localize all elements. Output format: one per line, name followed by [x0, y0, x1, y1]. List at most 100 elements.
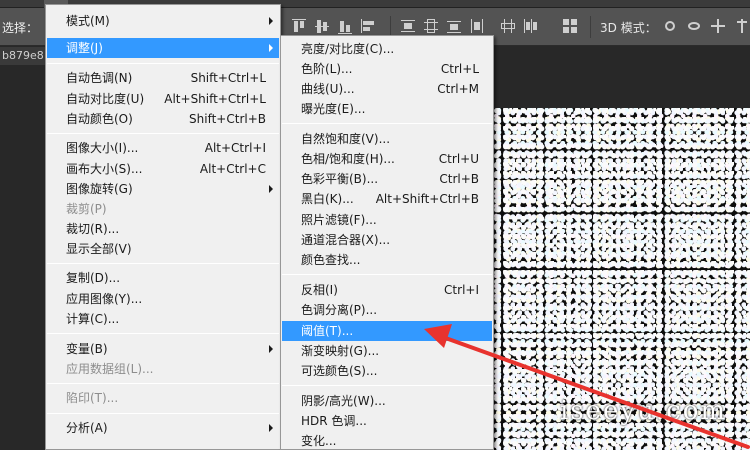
submenu-item-selective-color[interactable]: 可选颜色(S)... — [282, 361, 492, 381]
menu-item-label: 变化... — [301, 434, 337, 448]
menu-item-label: 阴影/高光(W)... — [301, 394, 386, 408]
menu-item-label: 可选颜色(S)... — [301, 364, 378, 378]
align-bottom-icon[interactable] — [337, 18, 353, 35]
menu-item-duplicate[interactable]: 复制(D)... — [47, 268, 279, 288]
menu-item-analysis[interactable]: 分析(A) — [47, 418, 279, 438]
watermark-text: iseeyu.com — [560, 396, 727, 426]
menu-separator — [47, 263, 279, 264]
menu-item-shortcut: Ctrl+I — [444, 283, 479, 297]
adjustments-submenu: 亮度/对比度(C)... 色阶(L)... Ctrl+L 曲线(U)... Ctrl… — [280, 35, 494, 450]
document-tab[interactable]: b879e8 — [0, 47, 48, 65]
menu-item-apply-image[interactable]: 应用图像(Y)... — [47, 289, 279, 309]
menu-item-image-size[interactable]: 图像大小(I)... Alt+Ctrl+I — [47, 138, 279, 158]
submenu-item-brightness-contrast[interactable]: 亮度/对比度(C)... — [282, 39, 492, 59]
menu-item-shortcut: Alt+Shift+Ctrl+L — [164, 92, 266, 106]
3d-slide-icon[interactable] — [734, 18, 750, 35]
submenu-arrow-icon — [269, 44, 273, 52]
submenu-item-hue-saturation[interactable]: 色相/饱和度(H)... Ctrl+U — [282, 149, 492, 169]
menu-item-label: 色阶(L)... — [301, 62, 353, 76]
menu-item-calculations[interactable]: 计算(C)... — [47, 309, 279, 329]
menu-item-label: 亮度/对比度(C)... — [301, 42, 395, 56]
menu-item-apply-data-set: 应用数据组(L)... — [47, 359, 279, 379]
menu-item-auto-contrast[interactable]: 自动对比度(U) Alt+Shift+Ctrl+L — [47, 89, 279, 109]
3d-roll-icon[interactable] — [686, 18, 702, 35]
menu-item-label: 曲线(U)... — [301, 82, 355, 96]
menu-item-image-rotation[interactable]: 图像旋转(G) — [47, 179, 279, 199]
submenu-item-variations[interactable]: 变化... — [282, 431, 492, 450]
3d-mode-label: 3D 模式： — [600, 21, 657, 35]
submenu-item-color-lookup[interactable]: 颜色查找... — [282, 250, 492, 270]
submenu-item-posterize[interactable]: 色调分离(P)... — [282, 300, 492, 320]
3d-pan-icon[interactable] — [710, 18, 726, 35]
menu-item-crop: 裁剪(P) — [47, 199, 279, 219]
menu-item-trim[interactable]: 裁切(R)... — [47, 219, 279, 239]
menu-separator — [282, 123, 492, 124]
menu-item-variables[interactable]: 变量(B) — [47, 339, 279, 359]
menu-item-shortcut: Shift+Ctrl+L — [190, 71, 266, 85]
menu-separator — [47, 413, 279, 414]
document-tab-name: b879e8 — [2, 49, 44, 62]
distribute-hcenter-icon[interactable] — [500, 18, 516, 35]
submenu-item-channel-mixer[interactable]: 通道混合器(X)... — [282, 230, 492, 250]
menu-item-label: 反相(I) — [301, 283, 338, 297]
submenu-item-shadows-highlights[interactable]: 阴影/高光(W)... — [282, 391, 492, 411]
auto-align-icon[interactable] — [562, 18, 578, 35]
menu-item-label: 分析(A) — [66, 421, 108, 435]
submenu-item-exposure[interactable]: 曝光度(E)... — [282, 99, 492, 119]
align-vcenter-icon[interactable] — [314, 18, 330, 35]
align-left-icon[interactable] — [360, 18, 376, 35]
menu-item-auto-tone[interactable]: 自动色调(N) Shift+Ctrl+L — [47, 68, 279, 88]
menu-separator — [47, 383, 279, 384]
distribute-right-icon[interactable] — [523, 18, 539, 35]
menu-separator — [282, 274, 492, 275]
menu-item-label: 自然饱和度(V)... — [301, 132, 391, 146]
menu-item-reveal-all[interactable]: 显示全部(V) — [47, 239, 279, 259]
submenu-item-curves[interactable]: 曲线(U)... Ctrl+M — [282, 79, 492, 99]
menu-item-label: 曝光度(E)... — [301, 102, 366, 116]
menu-item-label: 图像大小(I)... — [66, 141, 139, 155]
options-select-label: 选择： — [2, 21, 39, 35]
submenu-item-threshold[interactable]: 阈值(T)... — [282, 321, 492, 341]
menu-item-shortcut: Ctrl+U — [438, 152, 479, 166]
menu-separator — [47, 333, 279, 334]
submenu-item-color-balance[interactable]: 色彩平衡(B)... Ctrl+B — [282, 169, 492, 189]
options-separator — [590, 16, 591, 38]
menu-item-label: 裁切(R)... — [66, 222, 120, 236]
distribute-left-icon[interactable] — [469, 18, 485, 35]
submenu-item-gradient-map[interactable]: 渐变映射(G)... — [282, 341, 492, 361]
menu-item-mode[interactable]: 模式(M) — [47, 11, 279, 31]
menu-item-label: 通道混合器(X)... — [301, 233, 391, 247]
menu-item-shortcut: Shift+Ctrl+B — [189, 112, 266, 126]
distribute-vcenter-icon[interactable] — [423, 18, 439, 35]
menu-separator — [47, 63, 279, 64]
distribute-top-icon[interactable] — [400, 18, 416, 35]
submenu-item-photo-filter[interactable]: 照片滤镜(F)... — [282, 210, 492, 230]
menu-item-label: 颜色查找... — [301, 253, 361, 267]
distribute-bottom-icon[interactable] — [446, 18, 462, 35]
menu-separator — [47, 133, 279, 134]
menu-item-label: 应用数据组(L)... — [66, 362, 154, 376]
submenu-item-invert[interactable]: 反相(I) Ctrl+I — [282, 280, 492, 300]
submenu-arrow-icon — [269, 17, 273, 25]
menu-item-label: 陷印(T)... — [66, 391, 119, 405]
menu-item-label: 色调分离(P)... — [301, 303, 378, 317]
menu-item-label: 自动对比度(U) — [66, 92, 145, 106]
submenu-item-hdr-toning[interactable]: HDR 色调... — [282, 411, 492, 431]
3d-rotate-icon[interactable] — [662, 18, 678, 35]
menu-item-adjustments[interactable]: 调整(J) — [47, 38, 279, 58]
align-top-icon[interactable] — [291, 18, 307, 35]
menu-item-label: 画布大小(S)... — [66, 162, 143, 176]
menu-item-canvas-size[interactable]: 画布大小(S)... Alt+Ctrl+C — [47, 159, 279, 179]
submenu-arrow-icon — [269, 345, 273, 353]
submenu-arrow-icon — [269, 185, 273, 193]
submenu-item-vibrance[interactable]: 自然饱和度(V)... — [282, 129, 492, 149]
menu-item-label: 调整(J) — [66, 41, 103, 55]
menu-item-label: 裁剪(P) — [66, 202, 107, 216]
menu-item-label: 图像旋转(G) — [66, 182, 133, 196]
menu-item-auto-color[interactable]: 自动颜色(O) Shift+Ctrl+B — [47, 109, 279, 129]
menu-item-label: 自动色调(N) — [66, 71, 133, 85]
submenu-arrow-icon — [269, 424, 273, 432]
menu-item-shortcut: Ctrl+L — [440, 62, 479, 76]
submenu-item-levels[interactable]: 色阶(L)... Ctrl+L — [282, 59, 492, 79]
submenu-item-black-white[interactable]: 黑白(K)... Alt+Shift+Ctrl+B — [282, 189, 492, 209]
